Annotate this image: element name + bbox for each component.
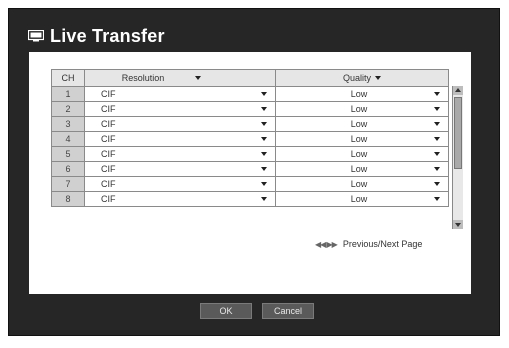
chevron-down-icon[interactable]: [434, 122, 440, 126]
table-row: 8 CIF Low: [51, 191, 449, 207]
scroll-up-icon[interactable]: [453, 86, 463, 95]
resolution-select[interactable]: CIF: [84, 146, 276, 162]
quality-value: Low: [350, 164, 368, 174]
chevron-down-icon[interactable]: [434, 107, 440, 111]
quality-value: Low: [350, 194, 368, 204]
chevron-down-icon[interactable]: [434, 197, 440, 201]
dialog-title-bar: Live Transfer: [28, 22, 165, 50]
resolution-select[interactable]: CIF: [84, 131, 276, 147]
chevron-down-icon[interactable]: [434, 137, 440, 141]
chevron-down-icon[interactable]: [434, 152, 440, 156]
rewind-forward-icon[interactable]: ◀◀ ▶▶: [315, 240, 338, 249]
table-header-row: CH Resolution Quality: [51, 69, 449, 87]
chevron-down-icon[interactable]: [261, 152, 267, 156]
scrollbar-thumb[interactable]: [454, 97, 462, 169]
resolution-select[interactable]: CIF: [84, 191, 276, 207]
column-header-ch: CH: [51, 69, 85, 87]
column-header-quality[interactable]: Quality: [275, 69, 449, 87]
quality-select[interactable]: Low: [275, 131, 449, 147]
quality-header-label: Quality: [342, 73, 371, 83]
channel-number: 2: [51, 101, 85, 117]
table-row: 2 CIF Low: [51, 101, 449, 117]
chevron-down-icon[interactable]: [261, 137, 267, 141]
resolution-select[interactable]: CIF: [84, 161, 276, 177]
resolution-value: CIF: [101, 194, 116, 204]
quality-select[interactable]: Low: [275, 176, 449, 192]
resolution-select[interactable]: CIF: [84, 116, 276, 132]
resolution-value: CIF: [101, 89, 116, 99]
quality-value: Low: [350, 104, 368, 114]
chevron-down-icon[interactable]: [261, 107, 267, 111]
cancel-button[interactable]: Cancel: [262, 303, 314, 319]
resolution-value: CIF: [101, 119, 116, 129]
table-row: 3 CIF Low: [51, 116, 449, 132]
quality-select[interactable]: Low: [275, 146, 449, 162]
channel-table: CH Resolution Quality 1 CIF Low 2 CIF Lo…: [51, 69, 449, 207]
chevron-down-icon[interactable]: [434, 92, 440, 96]
table-row: 4 CIF Low: [51, 131, 449, 147]
chevron-down-icon[interactable]: [375, 76, 381, 80]
quality-value: Low: [350, 89, 368, 99]
chevron-down-icon[interactable]: [261, 122, 267, 126]
scroll-down-icon[interactable]: [453, 220, 463, 229]
quality-select[interactable]: Low: [275, 116, 449, 132]
quality-select[interactable]: Low: [275, 101, 449, 117]
column-header-resolution[interactable]: Resolution: [84, 69, 276, 87]
table-scrollbar[interactable]: [452, 86, 463, 229]
resolution-select[interactable]: CIF: [84, 176, 276, 192]
chevron-down-icon[interactable]: [434, 182, 440, 186]
page-navigation[interactable]: ◀◀ ▶▶ Previous/Next Page: [315, 239, 422, 249]
resolution-value: CIF: [101, 104, 116, 114]
quality-select[interactable]: Low: [275, 86, 449, 102]
quality-value: Low: [350, 179, 368, 189]
resolution-value: CIF: [101, 179, 116, 189]
quality-select[interactable]: Low: [275, 191, 449, 207]
quality-value: Low: [350, 119, 368, 129]
dialog-title: Live Transfer: [50, 25, 165, 46]
quality-select[interactable]: Low: [275, 161, 449, 177]
chevron-down-icon[interactable]: [195, 76, 201, 80]
resolution-select[interactable]: CIF: [84, 101, 276, 117]
resolution-value: CIF: [101, 134, 116, 144]
channel-number: 4: [51, 131, 85, 147]
channel-number: 7: [51, 176, 85, 192]
table-row: 7 CIF Low: [51, 176, 449, 192]
channel-number: 3: [51, 116, 85, 132]
content-panel: CH Resolution Quality 1 CIF Low 2 CIF Lo…: [29, 52, 471, 294]
resolution-header-label: Resolution: [121, 73, 165, 83]
ok-button[interactable]: OK: [200, 303, 252, 319]
pager-label: Previous/Next Page: [342, 239, 423, 249]
chevron-down-icon[interactable]: [434, 167, 440, 171]
channel-number: 5: [51, 146, 85, 162]
chevron-down-icon[interactable]: [261, 167, 267, 171]
quality-value: Low: [350, 134, 368, 144]
chevron-down-icon[interactable]: [261, 197, 267, 201]
resolution-select[interactable]: CIF: [84, 86, 276, 102]
chevron-down-icon[interactable]: [261, 182, 267, 186]
channel-number: 8: [51, 191, 85, 207]
channel-number: 1: [51, 86, 85, 102]
table-row: 6 CIF Low: [51, 161, 449, 177]
channel-number: 6: [51, 161, 85, 177]
resolution-value: CIF: [101, 164, 116, 174]
resolution-value: CIF: [101, 149, 116, 159]
monitor-icon: [28, 30, 44, 42]
table-row: 5 CIF Low: [51, 146, 449, 162]
quality-value: Low: [350, 149, 368, 159]
chevron-down-icon[interactable]: [261, 92, 267, 96]
table-row: 1 CIF Low: [51, 86, 449, 102]
